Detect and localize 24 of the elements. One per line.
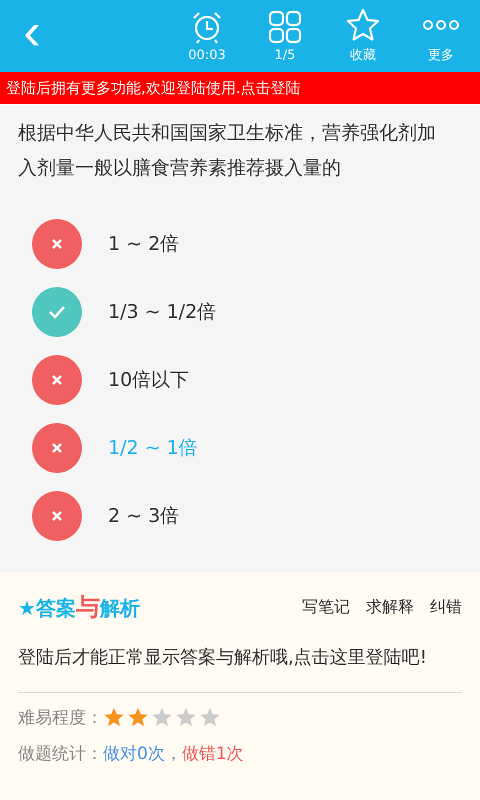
answer-analysis-title: ★答案与解析 <box>18 592 140 623</box>
star-icon <box>103 706 125 728</box>
star-icon <box>346 8 380 42</box>
login-banner[interactable]: 登陆后拥有更多功能,欢迎登陆使用.点击登陆 <box>0 72 480 104</box>
separator-text: ， <box>164 742 182 764</box>
grid-icon <box>268 10 302 44</box>
star-icon <box>151 706 173 728</box>
option-text[interactable]: 2 ~ 3倍 <box>108 503 180 529</box>
stats-label: 做题统计： <box>18 742 103 764</box>
question-text: 根据中华人民共和国国家卫生标准，营养强化剂加入剂量一般以膳食营养素推荐摄入量的 <box>17 121 437 181</box>
star-icon <box>175 706 197 728</box>
correct-count: 做对0次 <box>103 742 165 764</box>
login-message[interactable]: 登陆后才能正常显示答案与解析哦,点击这里登陆吧! <box>18 642 462 693</box>
option-text[interactable]: 1 ~ 2倍 <box>108 231 180 257</box>
option-text[interactable]: 1/3 ~ 1/2倍 <box>108 299 216 325</box>
star-icon <box>199 706 221 728</box>
difficulty-label: 难易程度： <box>18 706 103 728</box>
action-link[interactable]: 纠错 <box>430 596 462 618</box>
option-text[interactable]: 10倍以下 <box>108 367 190 393</box>
more-icon <box>422 18 460 32</box>
star-icon <box>127 706 149 728</box>
wrong-count: 做错1次 <box>182 742 244 764</box>
action-link[interactable]: 写笔记 <box>302 596 350 618</box>
action-link[interactable]: 求解释 <box>366 596 414 618</box>
